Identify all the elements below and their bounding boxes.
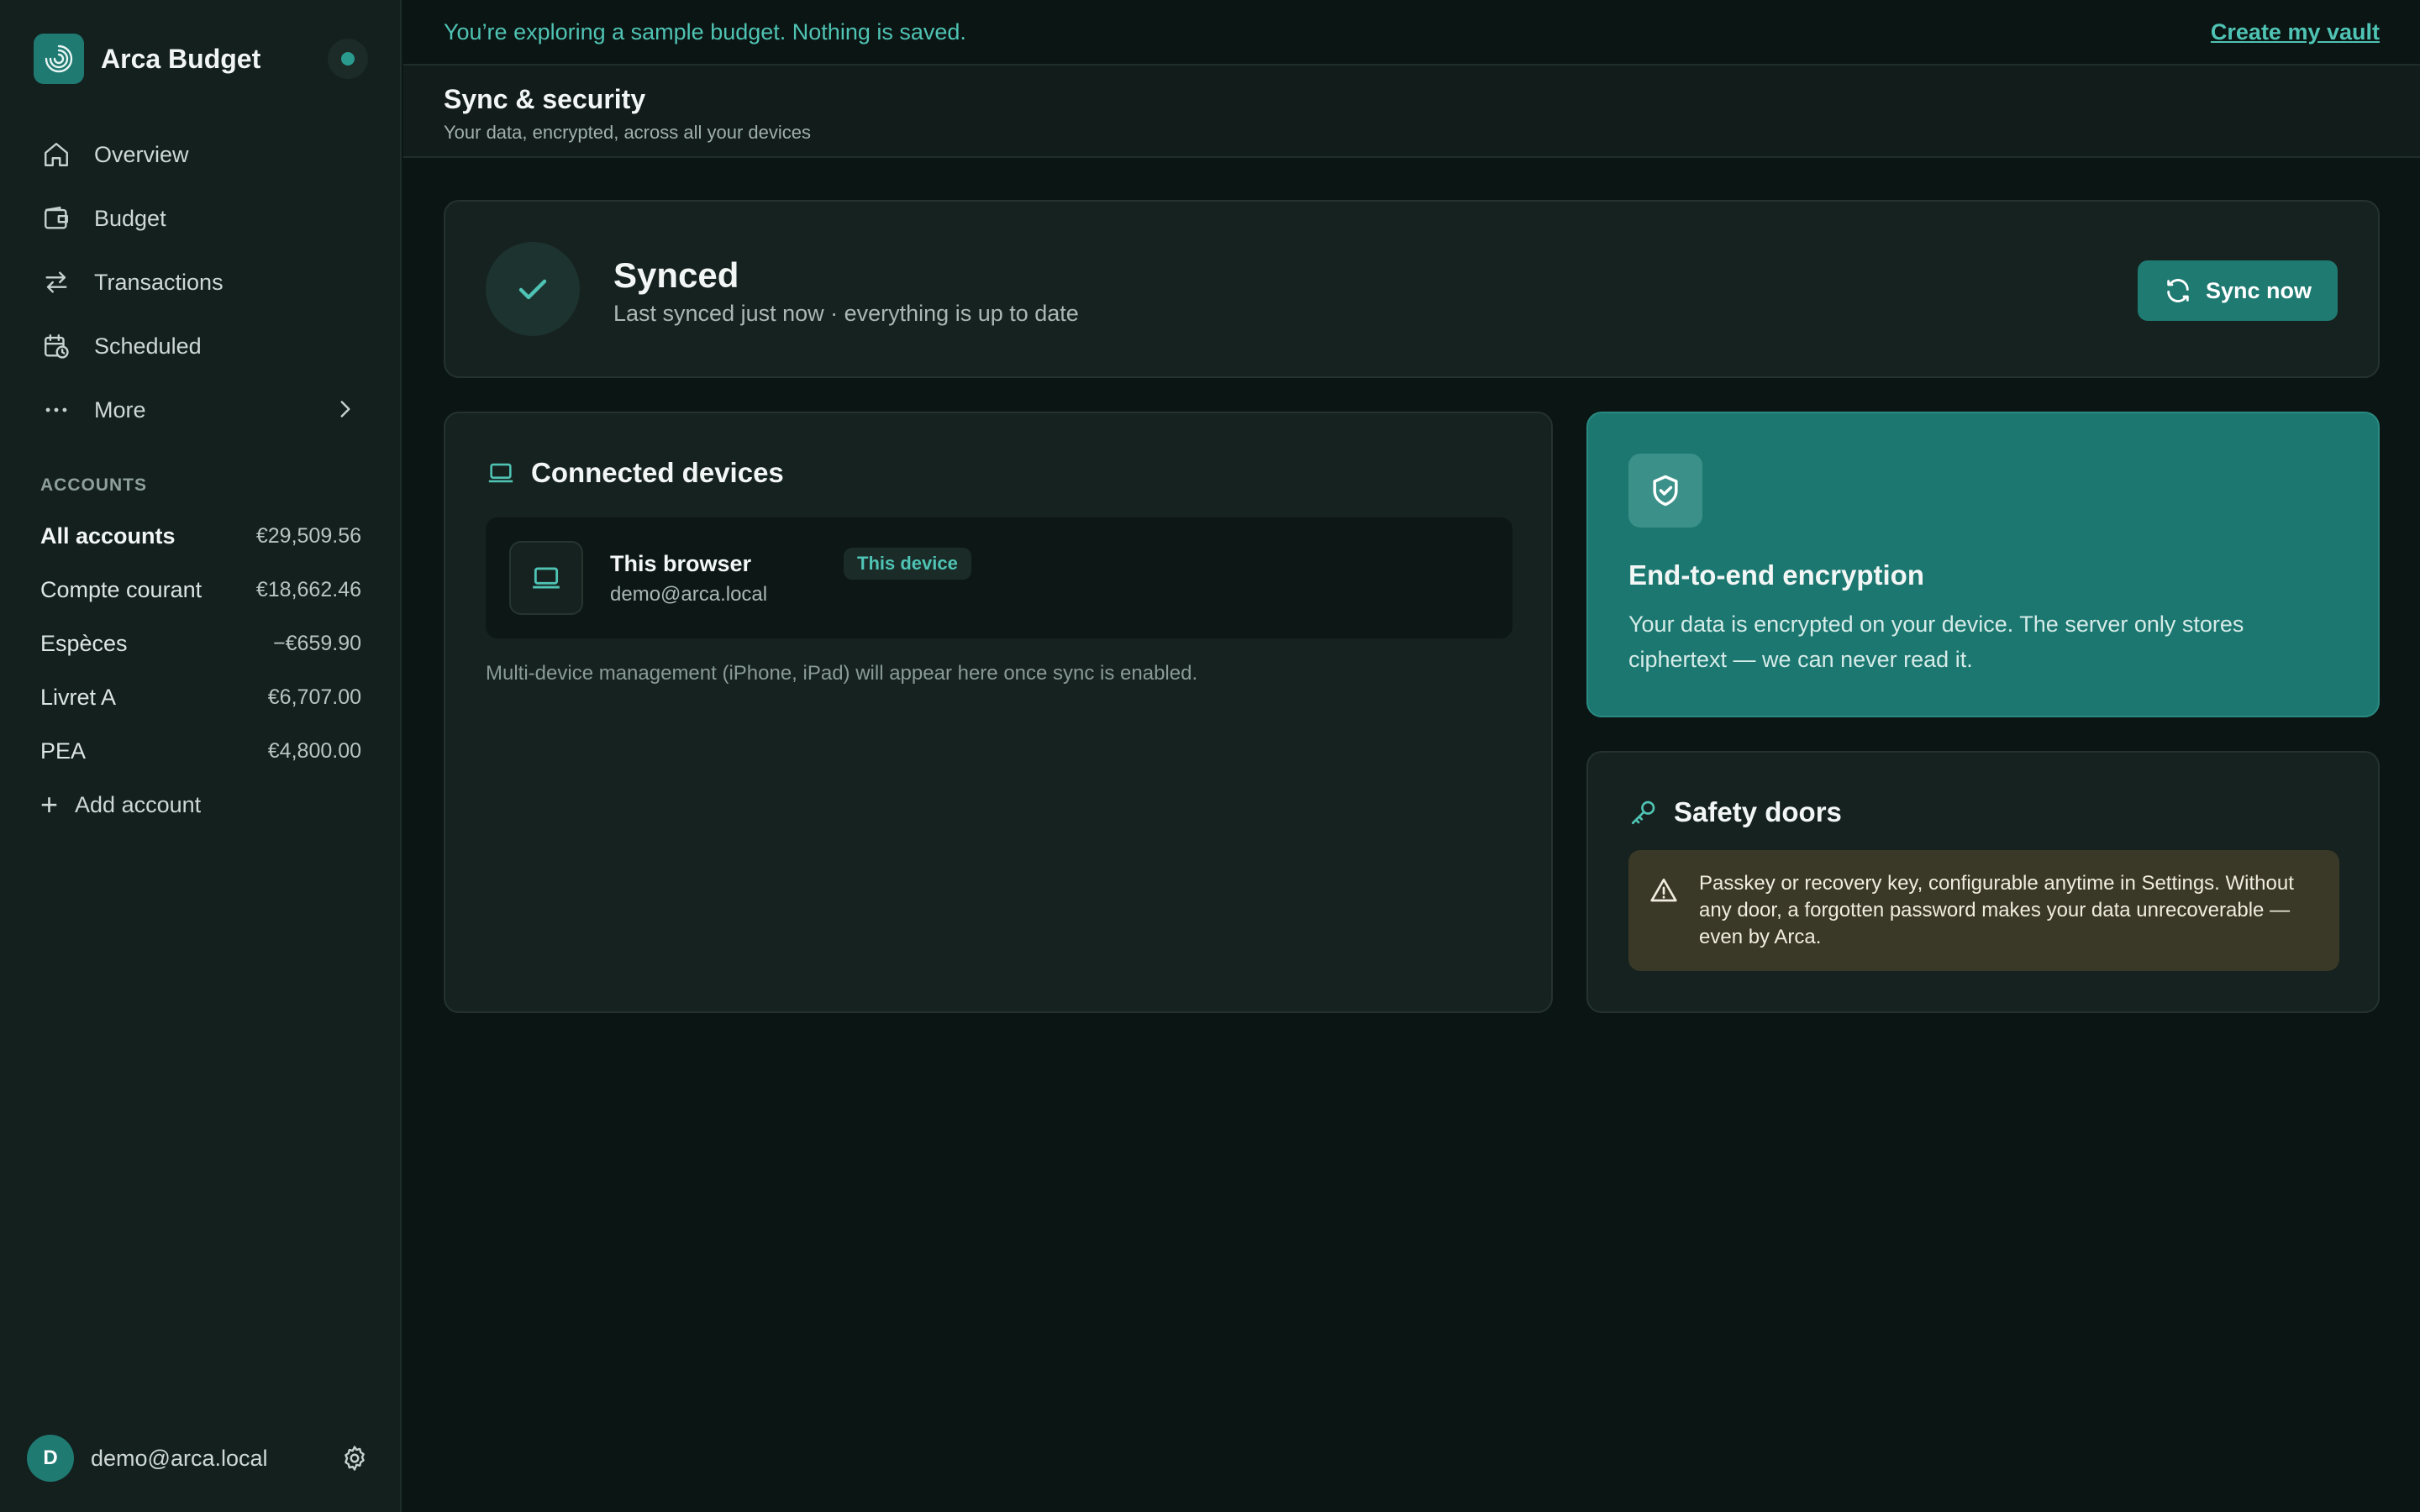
app: Arca Budget Overview Budget Transactions… (0, 0, 2420, 1512)
account-balance: €4,800.00 (267, 738, 361, 763)
account-name: Espèces (40, 630, 128, 656)
laptop-icon (486, 458, 516, 488)
account-balance: −€659.90 (273, 631, 361, 655)
accounts-list: All accounts €29,509.56 Compte courant €… (40, 509, 361, 832)
account-row[interactable]: Espèces −€659.90 (40, 617, 361, 670)
account-balance: €29,509.56 (255, 523, 361, 548)
card-header: Connected devices (486, 457, 784, 489)
calendar-clock-icon (40, 330, 72, 362)
safety-doors-card: Safety doors Passkey or recovery key, co… (1586, 751, 2380, 1013)
nav-item-scheduled[interactable]: Scheduled (24, 314, 376, 378)
avatar: D (27, 1435, 74, 1482)
page-subtitle: Your data, encrypted, across all your de… (444, 122, 811, 143)
transfer-arrows-icon (40, 266, 72, 298)
devices-note: Multi-device management (iPhone, iPad) w… (486, 662, 1198, 685)
page-header: Sync & security Your data, encrypted, ac… (403, 66, 2420, 158)
account-row[interactable]: Livret A €6,707.00 (40, 670, 361, 724)
device-email: demo@arca.local (610, 583, 768, 606)
status-dot-icon (341, 52, 355, 66)
chevron-right-icon (331, 395, 360, 429)
card-title: Connected devices (531, 457, 784, 488)
main-nav: Overview Budget Transactions Scheduled M… (24, 123, 376, 442)
account-name: All accounts (40, 522, 176, 549)
brand[interactable]: Arca Budget (34, 34, 260, 84)
nav-item-overview[interactable]: Overview (24, 123, 376, 186)
nav-label: Transactions (94, 269, 224, 295)
nav-label: More (94, 396, 146, 423)
wallet-icon (40, 202, 72, 234)
add-account-label: Add account (75, 791, 202, 817)
page-title: Sync & security (444, 84, 646, 114)
device-name: This browser (610, 551, 752, 576)
home-icon (40, 139, 72, 171)
device-row[interactable]: This browser This device demo@arca.local (486, 517, 1512, 638)
encryption-card: End-to-end encryption Your data is encry… (1586, 412, 2380, 717)
plus-icon: + (40, 787, 59, 822)
card-header: Safety doors (1628, 796, 1842, 828)
connected-devices-card: Connected devices This browser This devi… (444, 412, 1553, 1013)
account-name: Compte courant (40, 576, 203, 602)
refresh-icon (2164, 276, 2192, 305)
demo-banner: You’re exploring a sample budget. Nothin… (403, 0, 2420, 66)
account-row-all[interactable]: All accounts €29,509.56 (40, 509, 361, 563)
sync-status-indicator[interactable] (328, 39, 368, 79)
nav-item-transactions[interactable]: Transactions (24, 250, 376, 314)
nav-label: Scheduled (94, 333, 202, 359)
sidebar: Arca Budget Overview Budget Transactions… (0, 0, 402, 1512)
account-name: PEA (40, 738, 87, 764)
gear-icon[interactable] (338, 1441, 371, 1475)
this-device-badge: This device (844, 548, 971, 580)
nav-label: Overview (94, 141, 189, 167)
accounts-heading: ACCOUNTS (40, 475, 147, 495)
banner-text: You’re exploring a sample budget. Nothin… (444, 18, 966, 45)
nav-label: Budget (94, 205, 166, 231)
main-content: You’re exploring a sample budget. Nothin… (403, 0, 2420, 1512)
user-email: demo@arca.local (91, 1445, 268, 1471)
sync-status-detail: Last synced just now · everything is up … (613, 301, 1079, 326)
add-account-button[interactable]: + Add account (40, 778, 361, 832)
ellipsis-icon (40, 394, 72, 426)
account-balance: €6,707.00 (267, 685, 361, 709)
safety-warning: Passkey or recovery key, configurable an… (1628, 850, 2339, 971)
sync-status-card: Synced Last synced just now · everything… (444, 200, 2380, 378)
key-icon (1628, 797, 1659, 827)
card-title: Safety doors (1674, 796, 1842, 827)
account-name: Livret A (40, 684, 117, 710)
nav-item-more[interactable]: More (24, 378, 376, 442)
sync-status-title: Synced (613, 255, 739, 295)
account-row[interactable]: Compte courant €18,662.46 (40, 563, 361, 617)
create-vault-link[interactable]: Create my vault (2211, 19, 2380, 45)
arca-logo-icon (34, 34, 84, 84)
checkmark-icon (486, 242, 580, 336)
nav-item-budget[interactable]: Budget (24, 186, 376, 250)
shield-check-icon (1628, 454, 1702, 528)
warning-triangle-icon (1647, 874, 1681, 907)
encryption-body: Your data is encrypted on your device. T… (1628, 612, 2244, 672)
safety-warning-text: Passkey or recovery key, configurable an… (1699, 872, 2294, 948)
encryption-title: End-to-end encryption (1628, 559, 1924, 591)
user-profile[interactable]: D demo@arca.local (27, 1435, 371, 1482)
sync-now-label: Sync now (2205, 277, 2312, 303)
account-row[interactable]: PEA €4,800.00 (40, 724, 361, 778)
sync-now-button[interactable]: Sync now (2138, 260, 2338, 321)
account-balance: €18,662.46 (255, 577, 361, 601)
app-name: Arca Budget (101, 43, 261, 74)
laptop-icon (509, 541, 583, 615)
